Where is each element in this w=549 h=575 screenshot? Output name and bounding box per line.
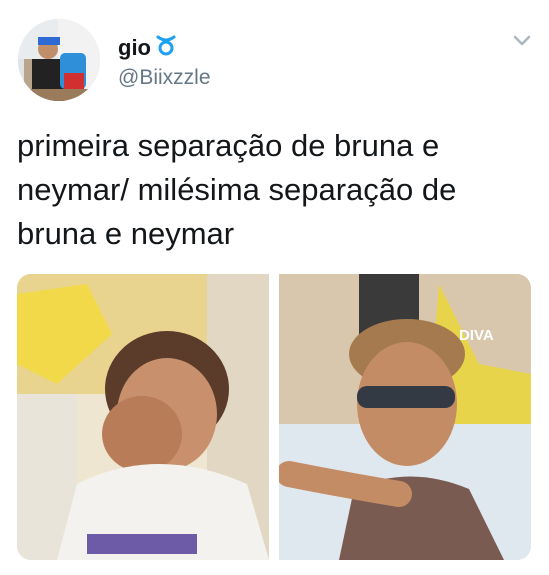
taurus-emoji-icon [155,34,177,61]
name-row: gio [118,34,177,61]
display-name[interactable]: gio [118,35,151,61]
tweet-header: gio @Biixzzle [0,0,549,110]
user-handle[interactable]: @Biixzzle [118,66,211,90]
media-image-sunglasses[interactable]: DIVA [279,274,531,560]
media-image-crying[interactable] [17,274,269,560]
tweet-text: primeira separação de bruna e neymar/ mi… [17,128,457,251]
media-grid: DIVA [17,274,531,560]
chevron-down-icon[interactable] [512,34,532,48]
avatar[interactable] [18,19,100,101]
poster-text: DIVA [459,327,494,344]
